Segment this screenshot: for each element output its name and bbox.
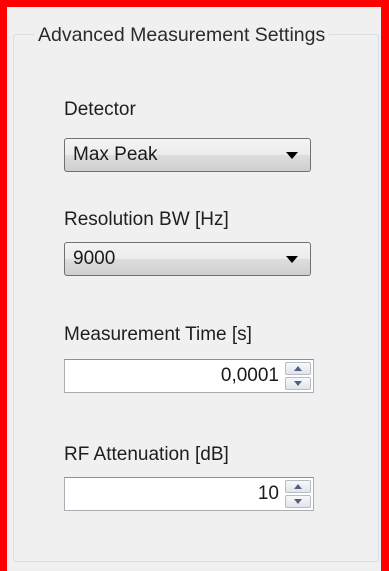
measurement-time-label: Measurement Time [s] [64, 324, 252, 345]
spin-down-icon [294, 381, 302, 386]
rf-attenuation-spinner [285, 480, 311, 508]
measurement-time-spinner [285, 362, 311, 390]
rf-attenuation-increment-button[interactable] [285, 480, 311, 493]
chevron-down-icon [286, 256, 298, 263]
group-title: Advanced Measurement Settings [34, 24, 330, 46]
measurement-time-decrement-button[interactable] [285, 377, 311, 390]
spin-up-icon [294, 484, 302, 489]
resolution-bw-dropdown[interactable]: 9000 [64, 242, 311, 276]
chevron-down-icon [286, 152, 298, 159]
measurement-time-input[interactable]: 0,0001 [64, 359, 314, 393]
rf-attenuation-value: 10 [257, 483, 279, 504]
rf-attenuation-input[interactable]: 10 [64, 477, 314, 511]
resolution-bw-label: Resolution BW [Hz] [64, 209, 229, 230]
measurement-time-increment-button[interactable] [285, 362, 311, 375]
detector-selected-value: Max Peak [73, 144, 158, 165]
resolution-bw-selected-value: 9000 [73, 248, 116, 269]
spin-up-icon [294, 366, 302, 371]
spin-down-icon [294, 499, 302, 504]
measurement-time-value: 0,0001 [220, 365, 279, 386]
detector-label: Detector [64, 99, 136, 120]
rf-attenuation-label: RF Attenuation [dB] [64, 444, 229, 465]
rf-attenuation-decrement-button[interactable] [285, 495, 311, 508]
detector-dropdown[interactable]: Max Peak [64, 138, 311, 172]
